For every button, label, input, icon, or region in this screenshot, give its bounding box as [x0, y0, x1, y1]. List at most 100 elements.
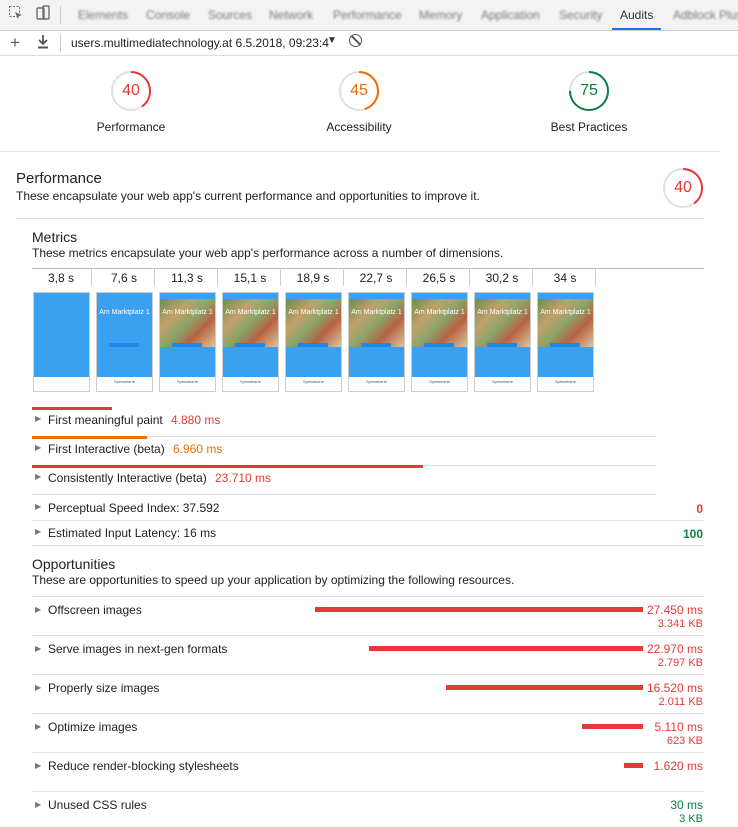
gauge-score: 45 — [350, 82, 368, 99]
clear-all-icon[interactable] — [349, 34, 362, 47]
gauge-label: Accessibility — [326, 120, 392, 134]
metrics-title: Metrics — [32, 229, 78, 245]
expand-arrow-icon[interactable]: ▶ — [35, 800, 41, 809]
frame-title: Am Marktplatz 1 — [99, 309, 150, 316]
filmstrip-time: 34 s — [553, 271, 577, 285]
filmstrip-time: 26,5 s — [422, 271, 456, 285]
filmstrip-frame: Am Marktplatz 1 Speisekarte — [222, 292, 279, 392]
expand-arrow-icon[interactable]: ▶ — [35, 761, 41, 770]
expand-arrow-icon[interactable]: ▶ — [35, 644, 41, 653]
frame-hero-image — [475, 299, 530, 347]
inspect-element-icon[interactable] — [6, 5, 26, 25]
tab-network[interactable]: Network — [269, 0, 313, 30]
filmstrip-frame: Am Marktplatz 1 Speisekarte — [474, 292, 531, 392]
opportunity-label[interactable]: Offscreen images — [48, 603, 142, 617]
tab-application[interactable]: Application — [481, 0, 540, 30]
divider — [32, 545, 704, 546]
expand-arrow-icon[interactable]: ▶ — [35, 722, 41, 731]
tab-elements[interactable]: Elements — [78, 0, 128, 30]
performance-section-description: These encapsulate your web app's current… — [16, 189, 480, 203]
frame-footer: Speisekarte — [365, 379, 388, 384]
metrics-description: These metrics encapsulate your web app's… — [32, 246, 504, 260]
metric-score: 100 — [682, 527, 703, 541]
tab-sources[interactable]: Sources — [208, 0, 252, 30]
divider — [16, 218, 704, 219]
expand-arrow-icon[interactable]: ▶ — [35, 502, 41, 511]
opportunity-label[interactable]: Serve images in next-gen formats — [48, 642, 227, 656]
filmstrip-tick — [91, 268, 92, 286]
dropdown-arrow-icon[interactable]: ▼ — [327, 35, 337, 46]
toolbar-divider — [60, 34, 61, 52]
expand-arrow-icon[interactable]: ▶ — [35, 527, 41, 536]
filmstrip-time: 15,1 s — [233, 271, 267, 285]
opportunity-label[interactable]: Unused CSS rules — [48, 798, 147, 812]
metric-label[interactable]: Estimated Input Latency: 16 ms — [48, 526, 216, 540]
gauge-score: 75 — [580, 82, 598, 99]
toolbar-divider — [60, 6, 61, 24]
tab-performance[interactable]: Performance — [333, 0, 402, 30]
opportunity-label[interactable]: Optimize images — [48, 720, 137, 734]
expand-arrow-icon[interactable]: ▶ — [35, 443, 41, 452]
expand-arrow-icon[interactable]: ▶ — [35, 472, 41, 481]
frame-title: Am Marktplatz 1 — [477, 309, 528, 316]
metric-label[interactable]: First meaningful paint — [48, 413, 163, 427]
report-selector[interactable]: users.multimediatechnology.at 6.5.2018, … — [71, 36, 329, 50]
metric-label[interactable]: First Interactive (beta) — [48, 442, 165, 456]
gauge-label: Best Practices — [550, 120, 628, 134]
metric-timeline-bar — [32, 465, 423, 468]
frame-footer: Speisekarte — [113, 379, 136, 384]
divider — [32, 494, 656, 495]
divider — [32, 674, 704, 675]
opportunity-time-savings: 22.970 ms — [646, 642, 703, 656]
opportunity-size-savings: 2.797 KB — [657, 657, 703, 669]
filmstrip-time: 18,9 s — [296, 271, 330, 285]
performance-section-title: Performance — [16, 170, 102, 187]
metric-label[interactable]: Perceptual Speed Index: 37.592 — [48, 501, 219, 515]
filmstrip-frame: Am Marktplatz 1 Speisekarte — [348, 292, 405, 392]
metric-label[interactable]: Consistently Interactive (beta) — [48, 471, 207, 485]
opportunity-size-savings: 3.341 KB — [657, 618, 703, 630]
expand-arrow-icon[interactable]: ▶ — [35, 414, 41, 423]
opportunity-savings-bar — [446, 685, 643, 690]
opportunity-savings-bar — [582, 724, 643, 729]
gauge-accessibility[interactable]: 45 — [337, 69, 381, 113]
frame-button — [109, 343, 139, 347]
frame-button — [361, 343, 391, 347]
frame-hero-image — [349, 299, 404, 347]
opportunity-time-savings: 27.450 ms — [646, 603, 703, 617]
metric-score: 0 — [696, 502, 703, 516]
filmstrip-tick — [469, 268, 470, 286]
tab-console[interactable]: Console — [146, 0, 190, 30]
filmstrip-frame: Am Marktplatz 1 Speisekarte — [285, 292, 342, 392]
expand-arrow-icon[interactable]: ▶ — [35, 683, 41, 692]
frame-hero-image — [286, 299, 341, 347]
filmstrip-tick — [154, 268, 155, 286]
metric-value: 23.710 ms — [215, 471, 272, 485]
download-report-icon[interactable] — [36, 34, 50, 55]
tab-memory[interactable]: Memory — [419, 0, 462, 30]
tab-security[interactable]: Security — [559, 0, 602, 30]
device-toolbar-icon[interactable] — [33, 5, 53, 25]
frame-button — [424, 343, 454, 347]
expand-arrow-icon[interactable]: ▶ — [35, 605, 41, 614]
opportunity-time-savings: 5.110 ms — [654, 720, 703, 734]
tab-adblock-plus[interactable]: Adblock Plus — [673, 0, 738, 30]
tab-audits[interactable]: Audits — [612, 0, 662, 30]
frame-footer: Speisekarte — [302, 379, 325, 384]
frame-hero-image — [538, 299, 593, 347]
frame-button — [487, 343, 517, 347]
metric-value: 6.960 ms — [173, 442, 223, 456]
new-audit-icon[interactable]: + — [5, 32, 25, 54]
filmstrip-tick — [532, 268, 533, 286]
opportunity-label[interactable]: Properly size images — [48, 681, 159, 695]
gauge-best-practices[interactable]: 75 — [567, 69, 611, 113]
opportunity-label[interactable]: Reduce render-blocking stylesheets — [48, 759, 239, 773]
divider — [32, 596, 704, 597]
opportunity-time-savings: 16.520 ms — [646, 681, 703, 695]
filmstrip-tick — [406, 268, 407, 286]
gauge-performance[interactable]: 40 — [109, 69, 153, 113]
divider — [32, 520, 704, 521]
frame-hero-image — [412, 299, 467, 347]
divider — [0, 151, 720, 152]
opportunity-size-savings: 2.011 KB — [658, 696, 703, 708]
